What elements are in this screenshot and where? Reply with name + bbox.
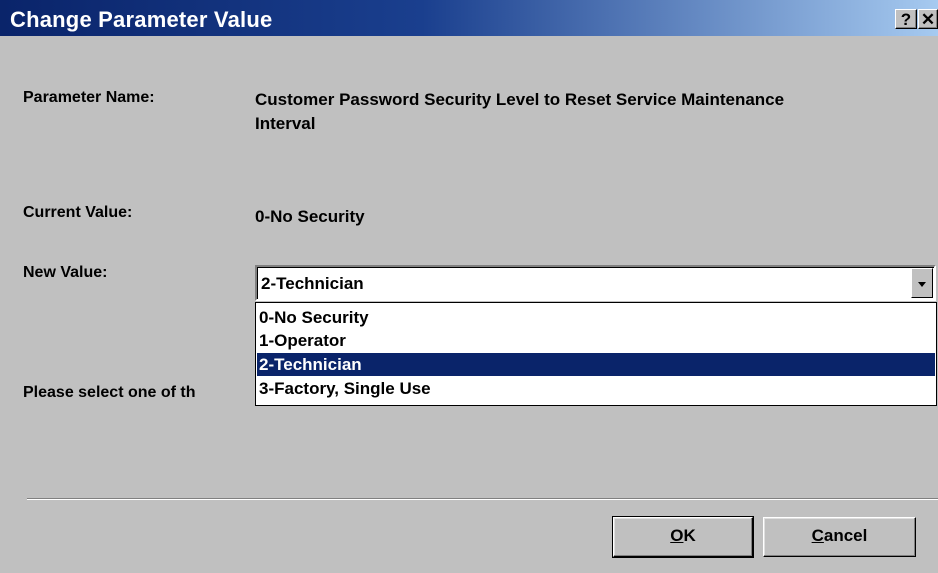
instruction-text: Please select one of th xyxy=(23,384,196,401)
option-factory-single-use[interactable]: 3-Factory, Single Use xyxy=(257,377,935,400)
option-operator[interactable]: 1-Operator xyxy=(257,329,935,352)
option-technician[interactable]: 2-Technician xyxy=(257,353,935,376)
help-icon: ? xyxy=(900,10,912,29)
dropdown-list: 0-No Security 1-Operator 2-Technician 3-… xyxy=(255,302,937,406)
new-value-label: New Value: xyxy=(23,264,108,281)
parameter-name-value-line1: Customer Password Security Level to Rese… xyxy=(255,90,785,109)
option-no-security[interactable]: 0-No Security xyxy=(257,306,935,329)
cancel-button[interactable]: Cancel xyxy=(763,517,916,557)
dropdown-arrow-icon[interactable] xyxy=(911,268,933,298)
parameter-name-label: Parameter Name: xyxy=(23,89,155,106)
new-value-select[interactable]: 2-Technician xyxy=(255,265,936,301)
ok-mnemonic: O xyxy=(670,526,684,545)
separator xyxy=(27,498,938,500)
current-value-label: Current Value: xyxy=(23,204,133,221)
ok-button[interactable]: OK xyxy=(612,516,754,558)
cancel-mnemonic: C xyxy=(811,526,824,545)
ok-label-rest: K xyxy=(683,526,696,545)
parameter-name-value-line2: Interval xyxy=(255,114,316,133)
title-bar: Change Parameter Value ? ✕ xyxy=(0,0,938,36)
current-value: 0-No Security xyxy=(255,207,365,226)
dialog-title: Change Parameter Value xyxy=(10,7,273,32)
close-button[interactable]: ✕ xyxy=(918,9,938,29)
close-icon: ✕ xyxy=(920,10,936,29)
help-button[interactable]: ? xyxy=(895,9,917,29)
cancel-label-rest: ancel xyxy=(823,526,868,545)
selected-value: 2-Technician xyxy=(261,274,364,293)
